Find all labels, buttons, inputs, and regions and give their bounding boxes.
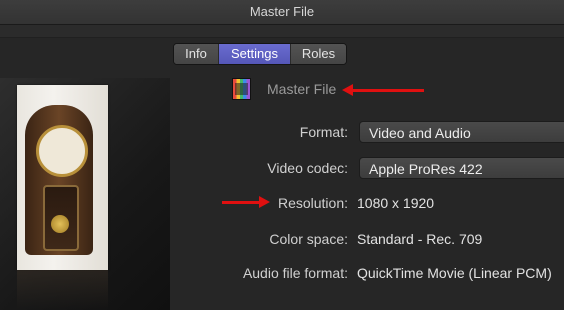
window-title: Master File (0, 0, 564, 25)
format-label: Format: (299, 124, 348, 140)
video-codec-select[interactable]: Apple ProRes 422 (359, 157, 564, 179)
clock-face (36, 125, 88, 177)
color-space-label: Color space: (269, 231, 348, 247)
color-space-value: Standard - Rec. 709 (357, 231, 483, 247)
film-icon (232, 78, 251, 100)
resolution-value: 1080 x 1920 (357, 195, 435, 211)
tab-roles[interactable]: Roles (291, 44, 346, 64)
toolbar-strip (0, 25, 564, 38)
video-codec-label: Video codec: (267, 160, 348, 176)
resolution-label: Resolution: (277, 195, 348, 211)
audio-file-format-label: Audio file format: (242, 265, 348, 281)
tab-info[interactable]: Info (174, 44, 219, 64)
pendulum (51, 215, 69, 233)
format-select[interactable]: Video and Audio (359, 121, 564, 143)
inspector-tabs: Info Settings Roles (173, 43, 347, 65)
thumbnail-reflection (17, 270, 108, 310)
file-name: Master File (267, 81, 337, 97)
video-thumbnail (17, 85, 108, 270)
annotation-arrow-left-icon (342, 84, 424, 96)
tab-settings[interactable]: Settings (219, 44, 291, 64)
audio-file-format-value: QuickTime Movie (Linear PCM) (357, 265, 552, 281)
